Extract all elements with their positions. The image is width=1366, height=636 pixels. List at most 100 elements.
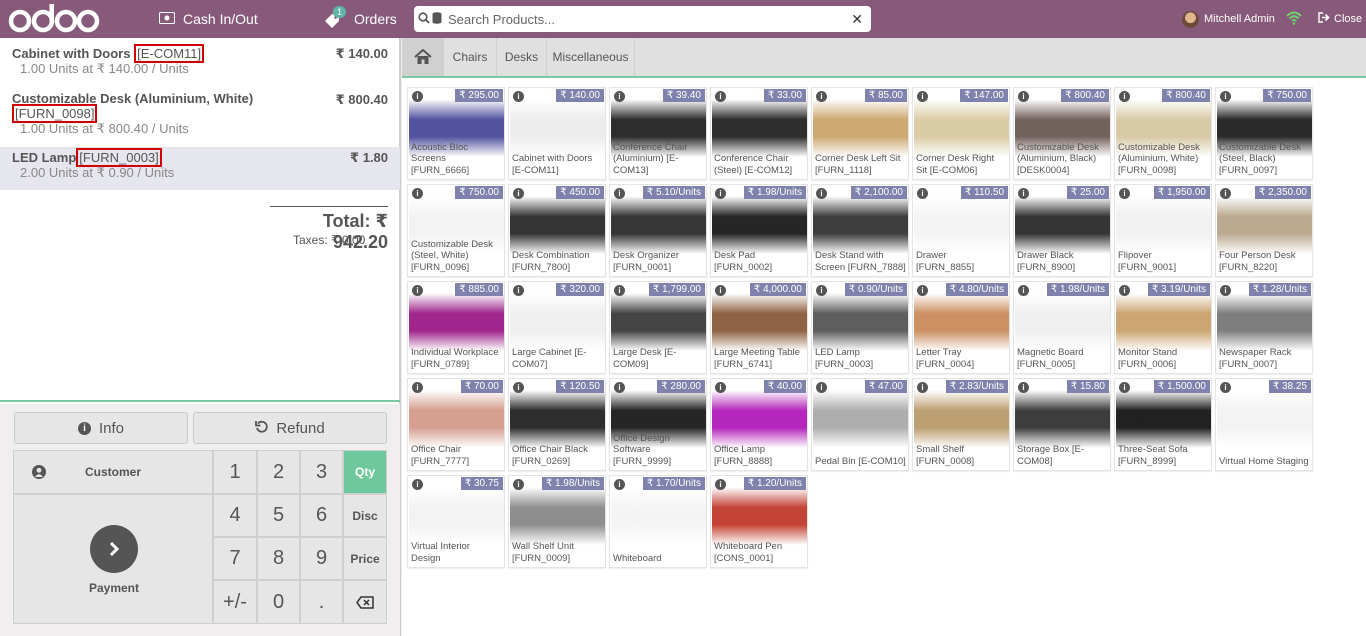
info-icon[interactable]: i (715, 285, 726, 296)
info-icon[interactable]: i (1220, 188, 1231, 199)
product-card[interactable]: i ₹ 1.28/Units Newspaper Rack [FURN_0007] (1215, 281, 1313, 374)
disc-mode-button[interactable]: Disc (343, 494, 387, 537)
product-card[interactable]: i ₹ 280.00 Office Design Software [FURN_99… (609, 378, 707, 471)
barcode-database-icon[interactable] (432, 11, 446, 27)
info-icon[interactable]: i (816, 285, 827, 296)
order-line[interactable]: Cabinet with Doors [E-COM11] ₹ 140.00 1.… (0, 38, 400, 84)
numpad-key-2[interactable]: 2 (257, 450, 300, 494)
product-card[interactable]: i ₹ 110.50 Drawer [FURN_8855] (912, 184, 1010, 277)
refund-button[interactable]: Refund (193, 412, 387, 444)
category-miscellaneous[interactable]: Miscellaneous (547, 38, 635, 76)
info-icon[interactable]: i (513, 91, 524, 102)
category-chairs[interactable]: Chairs (444, 38, 497, 76)
numpad-key-0[interactable]: 0 (257, 580, 300, 624)
info-icon[interactable]: i (513, 479, 524, 490)
product-card[interactable]: i ₹ 1.70/Units Whiteboard (609, 475, 707, 568)
info-button[interactable]: i Info (14, 412, 188, 444)
product-card[interactable]: i ₹ 4.80/Units Letter Tray [FURN_0004] (912, 281, 1010, 374)
info-icon[interactable]: i (816, 188, 827, 199)
numpad-key-dot[interactable]: . (300, 580, 343, 624)
info-icon[interactable]: i (917, 188, 928, 199)
product-card[interactable]: i ₹ 4,000.00 Large Meeting Table [FURN_674… (710, 281, 808, 374)
numpad-key-5[interactable]: 5 (257, 494, 300, 537)
info-icon[interactable]: i (412, 285, 423, 296)
product-card[interactable]: i ₹ 1,799.00 Large Desk [E-COM09] (609, 281, 707, 374)
cash-in-out-button[interactable]: Cash In/Out (159, 0, 258, 38)
info-icon[interactable]: i (715, 91, 726, 102)
info-icon[interactable]: i (1220, 382, 1231, 393)
product-card[interactable]: i ₹ 2,350.00 Four Person Desk [FURN_8220] (1215, 184, 1313, 277)
customer-button[interactable]: Customer (13, 450, 213, 494)
orders-button[interactable]: 1 Orders (324, 0, 397, 38)
search-input[interactable] (448, 11, 852, 27)
product-card[interactable]: i ₹ 5.10/Units Desk Organizer [FURN_0001] (609, 184, 707, 277)
product-card[interactable]: i ₹ 1.20/Units Whiteboard Pen [CONS_0001] (710, 475, 808, 568)
info-icon[interactable]: i (917, 285, 928, 296)
qty-mode-button[interactable]: Qty (343, 450, 387, 494)
info-icon[interactable]: i (513, 382, 524, 393)
backspace-button[interactable] (343, 580, 387, 624)
product-card[interactable]: i ₹ 450.00 Desk Combination [FURN_7800] (508, 184, 606, 277)
product-card[interactable]: i ₹ 750.00 Customizable Desk (Steel, White… (407, 184, 505, 277)
info-icon[interactable]: i (1119, 91, 1130, 102)
info-icon[interactable]: i (715, 479, 726, 490)
info-icon[interactable]: i (1220, 285, 1231, 296)
info-icon[interactable]: i (1018, 382, 1029, 393)
product-card[interactable]: i ₹ 33.00 Conference Chair (Steel) [E-COM1… (710, 87, 808, 180)
product-card[interactable]: i ₹ 140.00 Cabinet with Doors [E-COM11] (508, 87, 606, 180)
product-card[interactable]: i ₹ 320.00 Large Cabinet [E-COM07] (508, 281, 606, 374)
order-line[interactable]: Customizable Desk (Aluminium, White) [FUR… (0, 84, 400, 147)
product-card[interactable]: i ₹ 1,500.00 Three-Seat Sofa [FURN_8999] (1114, 378, 1212, 471)
product-card[interactable]: i ₹ 30.75 Virtual Interior Design (407, 475, 505, 568)
info-icon[interactable]: i (614, 479, 625, 490)
numpad-key-9[interactable]: 9 (300, 537, 343, 580)
product-card[interactable]: i ₹ 40.00 Office Lamp [FURN_8888] (710, 378, 808, 471)
product-card[interactable]: i ₹ 70.00 Office Chair [FURN_7777] (407, 378, 505, 471)
product-card[interactable]: i ₹ 85.00 Corner Desk Left Sit [FURN_1118] (811, 87, 909, 180)
product-card[interactable]: i ₹ 1.98/Units Desk Pad [FURN_0002] (710, 184, 808, 277)
info-icon[interactable]: i (1018, 285, 1029, 296)
product-card[interactable]: i ₹ 2.83/Units Small Shelf [FURN_0008] (912, 378, 1010, 471)
close-button[interactable]: Close (1318, 0, 1362, 38)
product-card[interactable]: i ₹ 1.98/Units Wall Shelf Unit [FURN_0009] (508, 475, 606, 568)
product-card[interactable]: i ₹ 47.00 Pedal Bin [E-COM10] (811, 378, 909, 471)
numpad-key-4[interactable]: 4 (213, 494, 257, 537)
product-card[interactable]: i ₹ 25.00 Drawer Black [FURN_8900] (1013, 184, 1111, 277)
product-card[interactable]: i ₹ 295.00 Acoustic Bloc Screens [FURN_666… (407, 87, 505, 180)
product-card[interactable]: i ₹ 750.00 Customizable Desk (Steel, Black… (1215, 87, 1313, 180)
info-icon[interactable]: i (917, 382, 928, 393)
info-icon[interactable]: i (614, 188, 625, 199)
info-icon[interactable]: i (614, 382, 625, 393)
product-card[interactable]: i ₹ 1,950.00 Flipover [FURN_9001] (1114, 184, 1212, 277)
category-desks[interactable]: Desks (497, 38, 547, 76)
numpad-key-8[interactable]: 8 (257, 537, 300, 580)
product-card[interactable]: i ₹ 39.40 Conference Chair (Aluminium) [E-… (609, 87, 707, 180)
numpad-key-3[interactable]: 3 (300, 450, 343, 494)
info-icon[interactable]: i (412, 188, 423, 199)
info-icon[interactable]: i (1119, 285, 1130, 296)
info-icon[interactable]: i (412, 382, 423, 393)
info-icon[interactable]: i (1119, 382, 1130, 393)
info-icon[interactable]: i (715, 382, 726, 393)
product-card[interactable]: i ₹ 3.19/Units Monitor Stand [FURN_0006] (1114, 281, 1212, 374)
product-card[interactable]: i ₹ 800.40 Customizable Desk (Aluminium, W… (1114, 87, 1212, 180)
product-card[interactable]: i ₹ 0.90/Units LED Lamp [FURN_0003] (811, 281, 909, 374)
product-card[interactable]: i ₹ 885.00 Individual Workplace [FURN_0789… (407, 281, 505, 374)
info-icon[interactable]: i (917, 91, 928, 102)
user-menu[interactable]: Mitchell Admin (1182, 0, 1275, 38)
info-icon[interactable]: i (513, 285, 524, 296)
product-card[interactable]: i ₹ 15.80 Storage Box [E-COM08] (1013, 378, 1111, 471)
price-mode-button[interactable]: Price (343, 537, 387, 580)
order-line-selected[interactable]: LED Lamp [FURN_0003] ₹ 1.80 2.00 Units at… (0, 147, 400, 190)
info-icon[interactable]: i (614, 91, 625, 102)
clear-search-icon[interactable]: ✕ (851, 11, 863, 28)
info-icon[interactable]: i (715, 188, 726, 199)
product-card[interactable]: i ₹ 38.25 Virtual Home Staging (1215, 378, 1313, 471)
info-icon[interactable]: i (816, 382, 827, 393)
info-icon[interactable]: i (513, 188, 524, 199)
product-card[interactable]: i ₹ 2,100.00 Desk Stand with Screen [FURN_… (811, 184, 909, 277)
product-card[interactable]: i ₹ 1.98/Units Magnetic Board [FURN_0005] (1013, 281, 1111, 374)
numpad-key-1[interactable]: 1 (213, 450, 257, 494)
info-icon[interactable]: i (1018, 91, 1029, 102)
product-card[interactable]: i ₹ 800.40 Customizable Desk (Aluminium, B… (1013, 87, 1111, 180)
